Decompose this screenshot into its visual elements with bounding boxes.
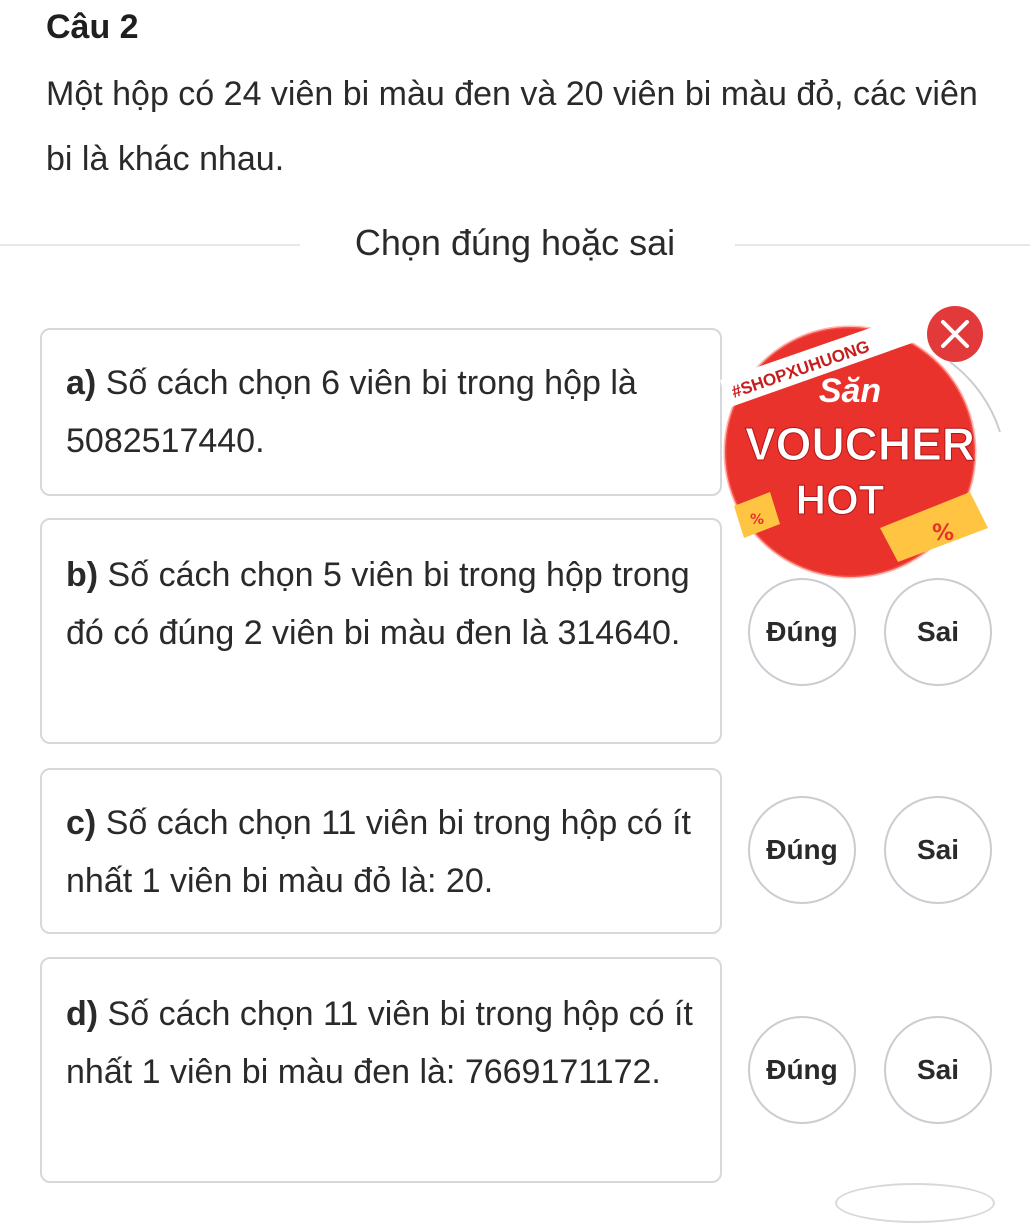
true-button-d[interactable]: Đúng <box>748 1016 856 1124</box>
statement-text-b: b) Số cách chọn 5 viên bi trong hộp tron… <box>66 546 696 662</box>
svg-text:%: % <box>750 512 764 528</box>
voucher-promo-badge[interactable]: #SHOPXUHUONG Săn VOUCHER HOT % % <box>700 292 1020 582</box>
promo-line-voucher: VOUCHER <box>745 418 975 470</box>
scroll-hint-arc <box>835 1183 995 1223</box>
statement-text-a: a) Số cách chọn 6 viên bi trong hộp là 5… <box>66 354 696 470</box>
false-button-b[interactable]: Sai <box>884 578 992 686</box>
divider-right <box>735 244 1030 246</box>
statement-text-c: c) Số cách chọn 11 viên bi trong hộp có … <box>66 794 696 910</box>
true-button-c[interactable]: Đúng <box>748 796 856 904</box>
statement-card-d: d) Số cách chọn 11 viên bi trong hộp có … <box>40 957 722 1183</box>
svg-text:%: % <box>932 521 954 546</box>
section-label: Chọn đúng hoặc sai <box>354 222 676 263</box>
statement-body-b: Số cách chọn 5 viên bi trong hộp trong đ… <box>66 556 690 652</box>
statement-body-d: Số cách chọn 11 viên bi trong hộp có ít … <box>66 995 693 1091</box>
statement-label-c: c) <box>66 804 97 842</box>
true-button-b[interactable]: Đúng <box>748 578 856 686</box>
statement-card-a: a) Số cách chọn 6 viên bi trong hộp là 5… <box>40 328 722 496</box>
close-icon[interactable] <box>927 306 983 362</box>
statement-body-a: Số cách chọn 6 viên bi trong hộp là 5082… <box>66 364 637 460</box>
false-button-d[interactable]: Sai <box>884 1016 992 1124</box>
promo-line-san: Săn <box>819 372 881 410</box>
statement-label-b: b) <box>66 556 99 594</box>
statement-body-c: Số cách chọn 11 viên bi trong hộp có ít … <box>66 804 691 900</box>
statement-card-c: c) Số cách chọn 11 viên bi trong hộp có … <box>40 768 722 934</box>
question-title: Câu 2 <box>46 8 139 46</box>
statement-card-b: b) Số cách chọn 5 viên bi trong hộp tron… <box>40 518 722 744</box>
question-stem: Một hộp có 24 viên bi màu đen và 20 viên… <box>46 75 978 178</box>
false-button-c[interactable]: Sai <box>884 796 992 904</box>
statement-label-a: a) <box>66 364 97 402</box>
statement-label-d: d) <box>66 995 99 1033</box>
promo-line-hot: HOT <box>796 476 885 523</box>
statement-text-d: d) Số cách chọn 11 viên bi trong hộp có … <box>66 985 696 1101</box>
